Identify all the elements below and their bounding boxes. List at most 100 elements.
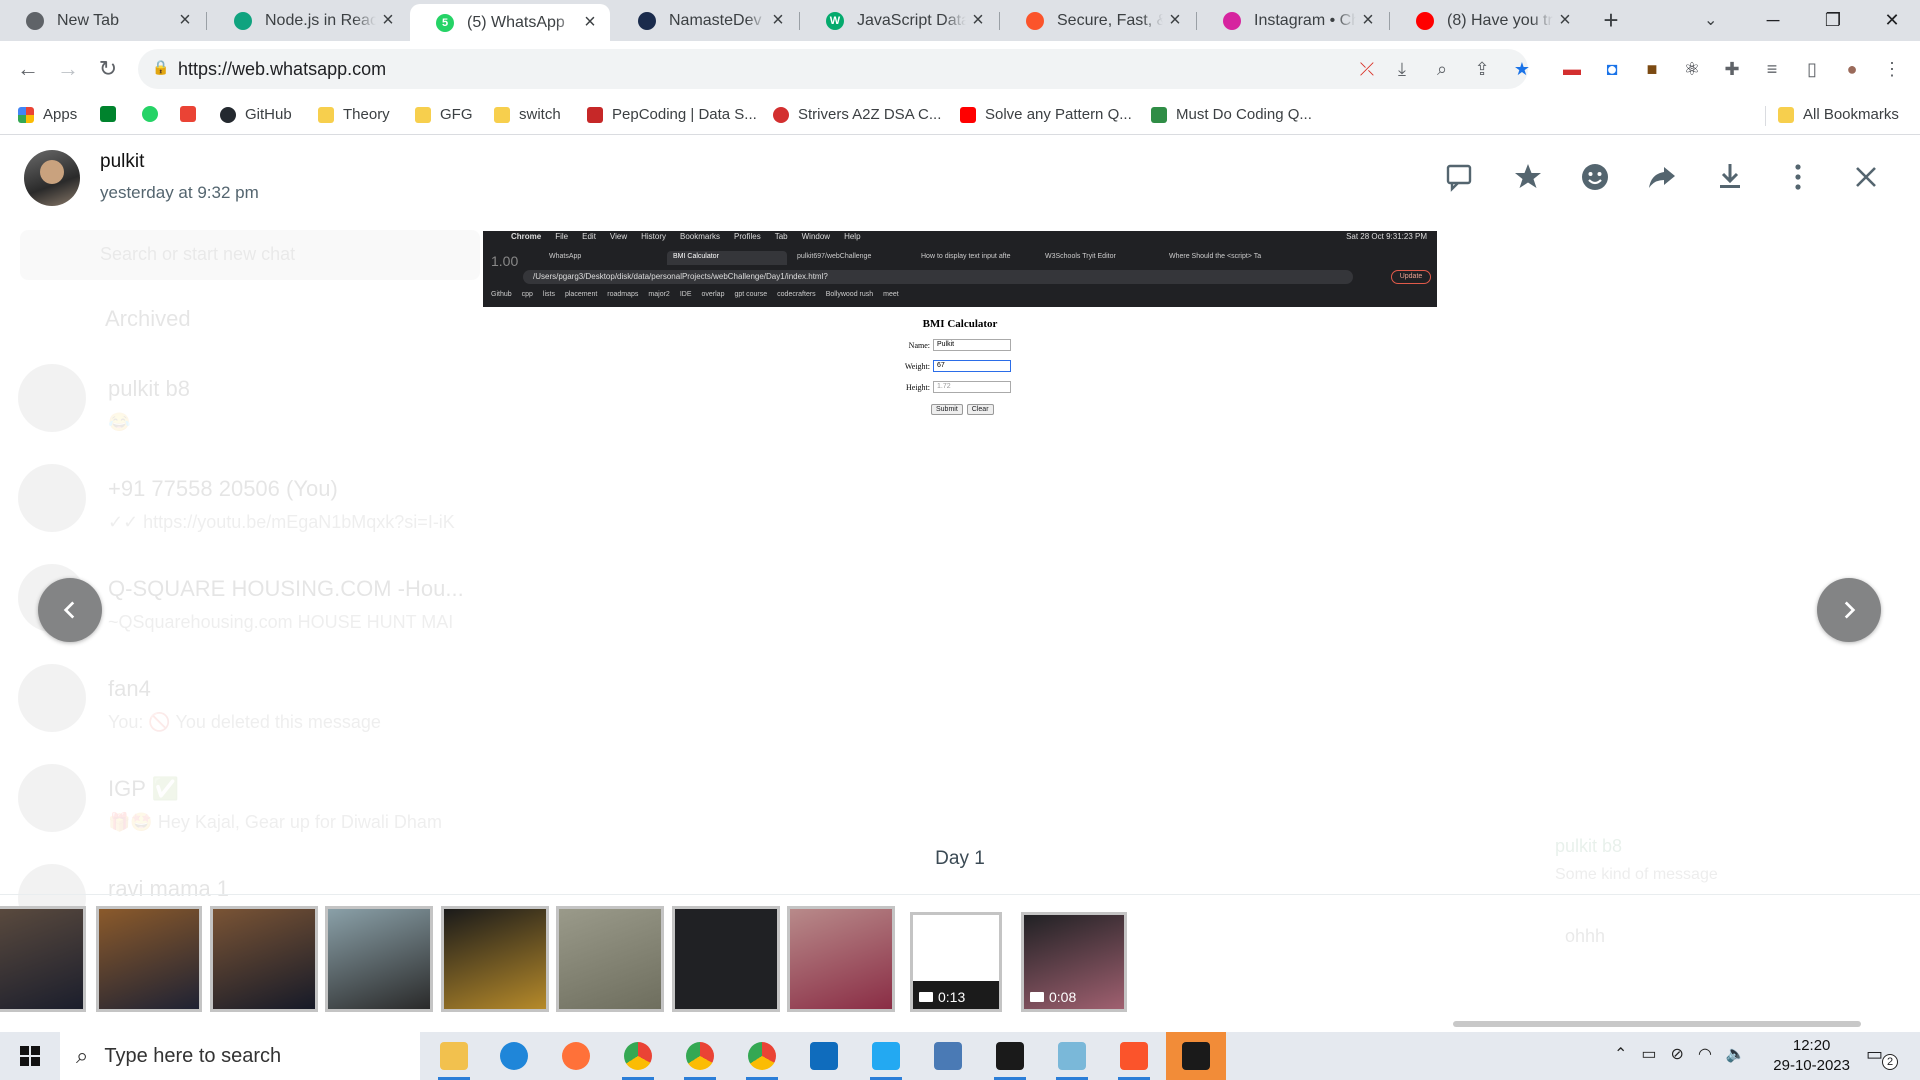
zoom-icon[interactable]: ⌕	[1430, 57, 1454, 81]
new-tab-button[interactable]: +	[1596, 6, 1626, 36]
bookmark-star-icon[interactable]: ★	[1510, 57, 1534, 81]
reply-button[interactable]	[1443, 160, 1477, 194]
media-thumbnail[interactable]	[556, 906, 664, 1012]
emoji-button[interactable]	[1578, 160, 1612, 194]
bookmark-solve-any-pattern-q[interactable]: Solve any Pattern Q...	[960, 106, 1132, 123]
background-chat-name: fan4	[108, 676, 151, 701]
tab-5[interactable]: W JavaScript Data T×	[800, 0, 998, 41]
close-tab-icon[interactable]: ×	[173, 9, 197, 32]
media-thumbnail[interactable]	[787, 906, 895, 1012]
wave-icon	[1182, 1042, 1210, 1070]
extensions-puzzle-icon[interactable]: ✚	[1720, 57, 1744, 81]
bookmark-gfg[interactable]: GFG	[415, 106, 473, 123]
close-tab-icon[interactable]: ×	[376, 9, 400, 32]
translate-off-icon[interactable]: ⤫	[1355, 57, 1379, 81]
volume-icon[interactable]: 🔈	[1726, 1044, 1746, 1064]
taskbar-app[interactable]	[608, 1032, 668, 1080]
extension-screen-icon[interactable]: ◘	[1600, 57, 1624, 81]
close-tab-icon[interactable]: ×	[766, 9, 790, 32]
media-thumbnail[interactable]	[96, 906, 202, 1012]
sender-name[interactable]: pulkit	[100, 151, 144, 173]
maximize-button[interactable]: ❐	[1805, 0, 1861, 41]
extension-tuf-icon[interactable]: ▬	[1560, 57, 1584, 81]
thumbnail-scrollbar[interactable]	[1453, 1021, 1861, 1027]
reload-button[interactable]: ↻	[94, 55, 122, 83]
location-off-icon[interactable]: ⊘	[1671, 1044, 1684, 1064]
tab-search-button[interactable]: ⌄	[1704, 10, 1717, 30]
close-tab-icon[interactable]: ×	[1163, 9, 1187, 32]
tab-4[interactable]: NamasteDev ×	[612, 0, 798, 41]
media-thumbnail[interactable]	[210, 906, 318, 1012]
share-icon[interactable]: ⇪	[1470, 57, 1494, 81]
taskbar-app[interactable]	[918, 1032, 978, 1080]
download-button[interactable]	[1713, 160, 1747, 194]
close-button[interactable]	[1849, 160, 1883, 194]
bookmark-theory[interactable]: Theory	[318, 106, 390, 123]
address-bar[interactable]: 🔒 https://web.whatsapp.com	[138, 49, 1528, 89]
forward-button[interactable]: →	[54, 55, 82, 83]
taskbar-app[interactable]	[484, 1032, 544, 1080]
bookmark-github[interactable]: GitHub	[220, 106, 292, 123]
bookmark-apps[interactable]: Apps	[18, 106, 77, 123]
bookmark-gmail[interactable]	[180, 106, 205, 122]
media-thumbnail[interactable]	[441, 906, 549, 1012]
profile-avatar[interactable]: ●	[1840, 57, 1864, 81]
taskbar-search[interactable]: ⌕ Type here to search	[60, 1032, 420, 1080]
taskbar-app[interactable]	[424, 1032, 484, 1080]
star-button[interactable]	[1511, 160, 1545, 194]
bookmark-whatsapp[interactable]	[142, 106, 167, 122]
bookmark-all-bookmarks[interactable]: All Bookmarks	[1778, 106, 1899, 123]
chrome-menu-icon[interactable]: ⋮	[1880, 57, 1904, 81]
tab-1[interactable]: New Tab ×	[0, 0, 205, 41]
taskbar-app[interactable]	[794, 1032, 854, 1080]
wifi-icon[interactable]: ◠	[1698, 1044, 1712, 1064]
taskbar-app[interactable]	[980, 1032, 1040, 1080]
taskbar-app[interactable]	[856, 1032, 916, 1080]
forward-button[interactable]	[1645, 160, 1679, 194]
bookmark-must-do-coding-q[interactable]: Must Do Coding Q...	[1151, 106, 1312, 123]
taskbar-app[interactable]	[1042, 1032, 1102, 1080]
clock[interactable]: 12:20 29-10-2023	[1773, 1036, 1850, 1076]
tab-7[interactable]: Instagram • Chat×	[1197, 0, 1388, 41]
media-thumbnail[interactable]: 0:13	[910, 912, 1002, 1012]
back-button[interactable]: ←	[14, 55, 42, 83]
background-chat: pulkit b8 😂	[108, 376, 190, 433]
close-window-button[interactable]: ✕	[1864, 0, 1920, 41]
bookmark-switch[interactable]: switch	[494, 106, 561, 123]
avatar[interactable]	[24, 150, 80, 206]
bookmark-google-meet[interactable]	[100, 106, 125, 122]
more-button[interactable]	[1781, 160, 1815, 194]
taskbar-app[interactable]	[1104, 1032, 1164, 1080]
media-thumbnail[interactable]	[0, 906, 86, 1012]
battery-icon[interactable]: ▭	[1641, 1044, 1656, 1064]
next-media-button[interactable]	[1817, 578, 1881, 642]
start-button[interactable]	[0, 1032, 60, 1080]
taskbar-app[interactable]	[1166, 1032, 1226, 1080]
bookmark-strivers-a2z-dsa-c[interactable]: Strivers A2Z DSA C...	[773, 106, 941, 123]
tab-8[interactable]: (8) Have you trie×	[1390, 0, 1585, 41]
extension-react-icon[interactable]: ⚛	[1680, 57, 1704, 81]
reading-list-icon[interactable]: ≡	[1760, 57, 1784, 81]
close-tab-icon[interactable]: ×	[578, 11, 602, 34]
notifications-button[interactable]: ▭ 2	[1866, 1044, 1898, 1070]
taskbar-app[interactable]	[732, 1032, 792, 1080]
previous-media-button[interactable]	[38, 578, 102, 642]
close-tab-icon[interactable]: ×	[966, 9, 990, 32]
taskbar-app[interactable]	[670, 1032, 730, 1080]
url-text[interactable]: https://web.whatsapp.com	[178, 59, 386, 80]
side-panel-icon[interactable]: ▯	[1800, 57, 1824, 81]
tab-3[interactable]: 5 (5) WhatsApp ×	[410, 4, 610, 41]
close-tab-icon[interactable]: ×	[1356, 9, 1380, 32]
chevron-up-icon[interactable]: ⌃	[1614, 1044, 1627, 1064]
taskbar-app[interactable]	[546, 1032, 606, 1080]
tab-2[interactable]: Node.js in React (×	[208, 0, 408, 41]
bookmark-pepcoding-data-s[interactable]: PepCoding | Data S...	[587, 106, 757, 123]
media-thumbnail[interactable]: 0:08	[1021, 912, 1127, 1012]
minimize-button[interactable]: ─	[1745, 0, 1801, 41]
media-thumbnail[interactable]	[325, 906, 433, 1012]
close-tab-icon[interactable]: ×	[1553, 9, 1577, 32]
media-thumbnail[interactable]	[672, 906, 780, 1012]
install-app-icon[interactable]: ⤓	[1390, 57, 1414, 81]
tab-6[interactable]: Secure, Fast, & P×	[1000, 0, 1195, 41]
extension-lh-icon[interactable]: ■	[1640, 57, 1664, 81]
